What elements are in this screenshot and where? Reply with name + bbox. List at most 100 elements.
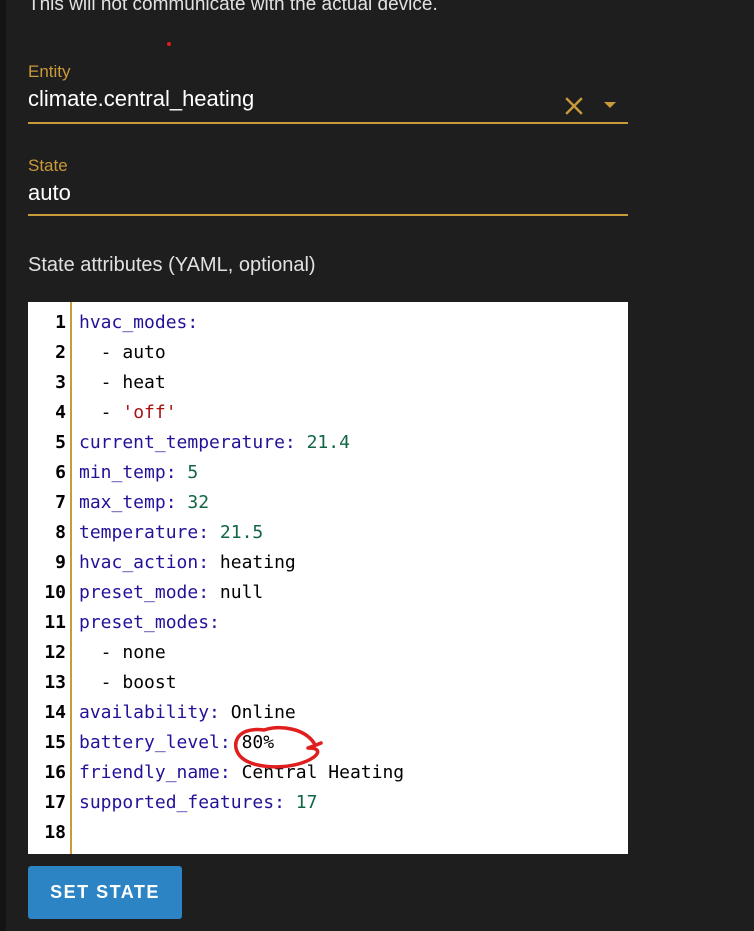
code-token: max_temp bbox=[79, 492, 166, 513]
code-line[interactable]: 2 - auto bbox=[28, 338, 628, 368]
code-text: hvac_modes: bbox=[79, 308, 198, 338]
code-token: hvac_action bbox=[79, 552, 199, 573]
code-line[interactable]: 14 availability: Online bbox=[28, 698, 628, 728]
state-field[interactable]: State auto bbox=[28, 156, 628, 218]
code-line[interactable]: 1 hvac_modes: bbox=[28, 308, 628, 338]
code-token: Online bbox=[230, 702, 296, 723]
code-token: min_temp bbox=[79, 462, 166, 483]
code-token: temperature bbox=[79, 522, 199, 543]
close-icon[interactable] bbox=[562, 94, 586, 118]
code-line[interactable]: 9 hvac_action: heating bbox=[28, 548, 628, 578]
line-number: 18 bbox=[44, 822, 66, 843]
code-text: preset_mode: null bbox=[79, 578, 263, 608]
code-token: : bbox=[219, 762, 242, 783]
code-line[interactable]: 18 bbox=[28, 818, 628, 848]
code-line[interactable]: 12 - none bbox=[28, 638, 628, 668]
code-text: - boost bbox=[79, 668, 177, 698]
code-token: heat bbox=[122, 372, 166, 393]
code-token: - bbox=[79, 672, 123, 693]
code-token: 5 bbox=[187, 462, 199, 483]
state-input[interactable]: auto bbox=[28, 180, 628, 206]
code-line[interactable]: 5 current_temperature: 21.4 bbox=[28, 428, 628, 458]
code-line[interactable]: 7 max_temp: 32 bbox=[28, 488, 628, 518]
code-line[interactable]: 10 preset_mode: null bbox=[28, 578, 628, 608]
code-text: - auto bbox=[79, 338, 166, 368]
yaml-editor[interactable]: 1 hvac_modes: 2 - auto 3 - heat 4 - 'off' 5 cu… bbox=[28, 302, 628, 854]
code-line[interactable]: 13 - boost bbox=[28, 668, 628, 698]
code-token: : bbox=[209, 612, 220, 633]
code-text: max_temp: 32 bbox=[79, 488, 209, 518]
line-number: 12 bbox=[44, 642, 66, 663]
code-token: 17 bbox=[295, 792, 318, 813]
code-token: : bbox=[165, 462, 188, 483]
entity-input[interactable]: climate.central_heating bbox=[28, 86, 628, 112]
code-token: auto bbox=[122, 342, 166, 363]
code-token: 80% bbox=[241, 732, 275, 753]
line-number: 16 bbox=[44, 762, 66, 783]
code-token: : bbox=[198, 582, 220, 603]
annotation-dot bbox=[167, 42, 171, 46]
code-token: - bbox=[79, 342, 123, 363]
code-token: : bbox=[219, 732, 242, 753]
code-line[interactable]: 6 min_temp: 5 bbox=[28, 458, 628, 488]
entity-underline bbox=[28, 122, 628, 124]
code-area[interactable]: 1 hvac_modes: 2 - auto 3 - heat 4 - 'off' 5 cu… bbox=[28, 308, 628, 848]
attributes-label: State attributes (YAML, optional) bbox=[28, 254, 316, 276]
code-token: friendly_name bbox=[79, 762, 220, 783]
code-text: current_temperature: 21.4 bbox=[79, 428, 350, 458]
line-number: 11 bbox=[44, 612, 66, 633]
code-token: none bbox=[122, 642, 166, 663]
entity-label: Entity bbox=[28, 62, 71, 81]
code-token: hvac_modes bbox=[79, 312, 188, 333]
code-text: temperature: 21.5 bbox=[79, 518, 263, 548]
code-text: friendly_name: Central Heating bbox=[79, 758, 404, 788]
code-text: preset_modes: bbox=[79, 608, 220, 638]
line-number: 8 bbox=[55, 522, 66, 543]
state-label: State bbox=[28, 156, 68, 175]
code-token: 32 bbox=[187, 492, 210, 513]
caret-down-icon[interactable] bbox=[602, 98, 618, 112]
code-token: : bbox=[165, 492, 188, 513]
code-token: - bbox=[79, 402, 123, 423]
code-text: - heat bbox=[79, 368, 166, 398]
code-token: - bbox=[79, 642, 123, 663]
code-token: : bbox=[209, 702, 231, 723]
code-token: : bbox=[284, 432, 307, 453]
line-number: 9 bbox=[55, 552, 66, 573]
line-number: 3 bbox=[55, 372, 66, 393]
line-number: 7 bbox=[55, 492, 66, 513]
code-token: battery_level bbox=[79, 732, 220, 753]
code-token: 21.5 bbox=[219, 522, 264, 543]
code-token: : bbox=[274, 792, 296, 813]
line-number: 15 bbox=[44, 732, 66, 753]
code-line[interactable]: 11 preset_modes: bbox=[28, 608, 628, 638]
line-number: 4 bbox=[55, 402, 66, 423]
set-state-button[interactable]: SET STATE bbox=[28, 866, 182, 919]
code-line[interactable]: 15 battery_level: 80% bbox=[28, 728, 628, 758]
code-line[interactable]: 16 friendly_name: Central Heating bbox=[28, 758, 628, 788]
line-number: 2 bbox=[55, 342, 66, 363]
code-line[interactable]: 3 - heat bbox=[28, 368, 628, 398]
code-line[interactable]: 8 temperature: 21.5 bbox=[28, 518, 628, 548]
code-text: battery_level: 80% bbox=[79, 728, 274, 758]
line-number: 14 bbox=[44, 702, 66, 723]
code-text: min_temp: 5 bbox=[79, 458, 198, 488]
intro-text: This will not communicate with the actua… bbox=[28, 0, 438, 15]
code-token: Central Heating bbox=[241, 762, 405, 783]
state-underline bbox=[28, 214, 628, 216]
code-text: - none bbox=[79, 638, 166, 668]
code-token: 21.4 bbox=[306, 432, 350, 453]
code-text: - 'off' bbox=[79, 398, 177, 428]
entity-field[interactable]: Entity climate.central_heating bbox=[28, 62, 628, 126]
code-token: heating bbox=[219, 552, 296, 573]
code-line[interactable]: 17 supported_features: 17 bbox=[28, 788, 628, 818]
line-number: 1 bbox=[55, 312, 66, 333]
code-token: availability bbox=[79, 702, 210, 723]
code-token: : bbox=[187, 312, 199, 333]
line-number: 6 bbox=[55, 462, 66, 483]
code-token: - bbox=[79, 372, 123, 393]
code-text: supported_features: 17 bbox=[79, 788, 317, 818]
code-line[interactable]: 4 - 'off' bbox=[28, 398, 628, 428]
code-token: : bbox=[198, 552, 220, 573]
code-text: availability: Online bbox=[79, 698, 296, 728]
